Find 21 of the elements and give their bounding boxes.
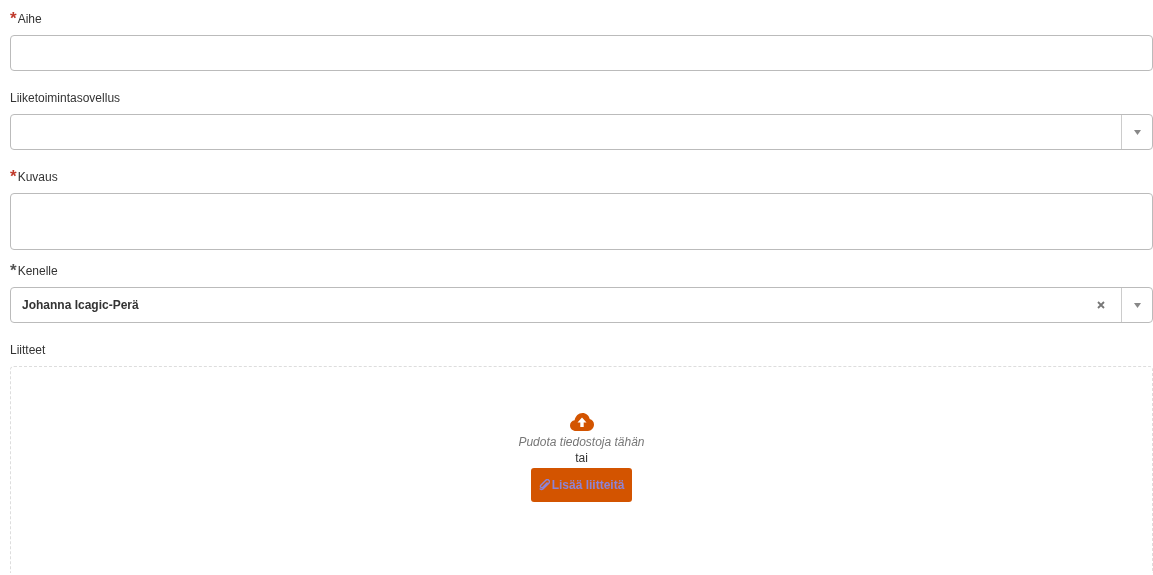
required-mark: * [10, 12, 17, 25]
caret-icon[interactable] [1133, 129, 1141, 135]
text-area[interactable] [10, 193, 1153, 250]
required-mark: * [10, 264, 17, 277]
or-text: tai [575, 450, 588, 466]
required-mark: * [10, 170, 17, 183]
paperclip-icon [538, 479, 550, 491]
field-label: Kenelle [17, 263, 58, 278]
select-field[interactable] [10, 114, 1153, 150]
field-label: Liiketoimintasovellus [10, 90, 121, 105]
field-label: Kuvaus [17, 169, 58, 184]
input-field[interactable] [10, 35, 1153, 71]
select-value: Johanna Icagic-Perä [22, 298, 139, 312]
drop-zone[interactable]: Pudota tiedostoja tähän tai Lisää liitteitä [10, 366, 1153, 573]
cloud-upload-icon [569, 413, 594, 431]
clear-icon[interactable] [1097, 301, 1105, 309]
select-field[interactable]: Johanna Icagic-Perä [10, 287, 1153, 323]
drop-hint: Pudota tiedostoja tähän [518, 435, 645, 450]
field-label: Liitteet [10, 342, 46, 357]
field-label: Aihe [17, 11, 42, 26]
caret-icon[interactable] [1133, 302, 1141, 308]
